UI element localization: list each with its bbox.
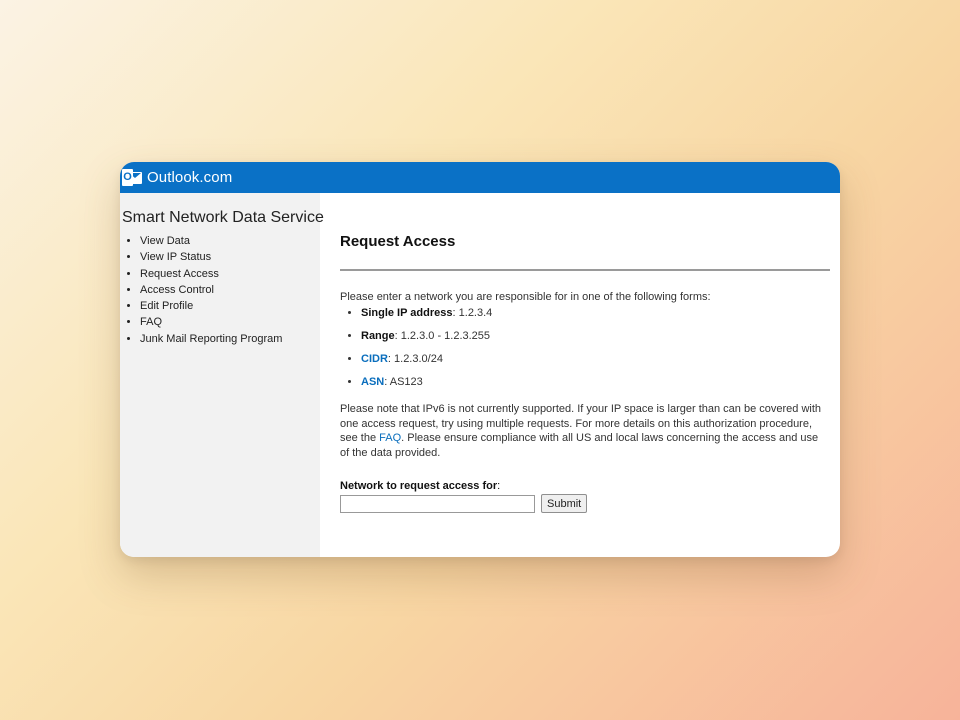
sidebar-item-faq[interactable]: FAQ (140, 314, 320, 330)
ipv6-note: Please note that IPv6 is not currently s… (340, 402, 830, 460)
header-bar: O Outlook.com (120, 162, 840, 193)
sidebar-item-label[interactable]: View Data (140, 235, 190, 247)
sidebar-item-request-access[interactable]: Request Access (140, 266, 320, 282)
list-item: CIDR: 1.2.3.0/24 (361, 353, 830, 366)
form-example: 1.2.3.0/24 (394, 353, 443, 365)
sidebar: Smart Network Data Service View Data Vie… (120, 193, 324, 557)
main-content: Request Access Please enter a network yo… (320, 193, 840, 557)
sidebar-item-label[interactable]: Edit Profile (140, 300, 193, 312)
sidebar-item-label[interactable]: Access Control (140, 284, 214, 296)
note-text: . Please ensure compliance with all US a… (340, 432, 819, 459)
label-colon: : (497, 480, 501, 492)
sidebar-item-view-ip-status[interactable]: View IP Status (140, 249, 320, 265)
network-forms-list: Single IP address: 1.2.3.4 Range: 1.2.3.… (340, 307, 830, 389)
sidebar-title: Smart Network Data Service (122, 209, 324, 226)
sidebar-item-label[interactable]: Junk Mail Reporting Program (140, 333, 282, 345)
page-body: Smart Network Data Service View Data Vie… (120, 193, 840, 557)
form-example: AS123 (389, 376, 423, 388)
sidebar-item-access-control[interactable]: Access Control (140, 282, 320, 298)
submit-button[interactable]: Submit (541, 494, 588, 513)
logo-letter: O (122, 168, 133, 186)
divider (340, 269, 830, 271)
list-item: ASN: AS123 (361, 376, 830, 389)
network-input[interactable] (340, 494, 535, 513)
page-title: Request Access (340, 233, 456, 250)
faq-link[interactable]: FAQ (379, 432, 401, 444)
sidebar-item-view-data[interactable]: View Data (140, 233, 320, 249)
sidebar-item-label[interactable]: View IP Status (140, 251, 211, 263)
form-example: 1.2.3.4 (458, 307, 493, 319)
list-item: Range: 1.2.3.0 - 1.2.3.255 (361, 330, 830, 343)
list-item: Single IP address: 1.2.3.4 (361, 307, 830, 320)
request-form: Submit (340, 494, 830, 513)
asn-link[interactable]: ASN (361, 376, 384, 388)
form-name: Range (361, 330, 395, 342)
sidebar-item-label[interactable]: FAQ (140, 316, 162, 328)
sidebar-item-edit-profile[interactable]: Edit Profile (140, 298, 320, 314)
intro-text: Please enter a network you are responsib… (340, 291, 711, 303)
sidebar-item-junk-mail-reporting[interactable]: Junk Mail Reporting Program (140, 331, 320, 347)
network-field-label-text: Network to request access for (340, 480, 498, 492)
form-example: 1.2.3.0 - 1.2.3.255 (400, 330, 491, 342)
form-name[interactable]: ASN (361, 376, 384, 388)
form-name: Single IP address (361, 307, 453, 319)
sidebar-nav: View Data View IP Status Request Access … (120, 233, 320, 347)
outlook-logo-icon[interactable]: O (122, 168, 143, 188)
sidebar-item-label[interactable]: Request Access (140, 268, 219, 280)
browser-window: O Outlook.com Smart Network Data Service… (120, 162, 840, 557)
network-field-label: Network to request access for: (340, 480, 830, 492)
form-name[interactable]: CIDR (361, 353, 388, 365)
cidr-link[interactable]: CIDR (361, 353, 388, 365)
brand-name[interactable]: Outlook.com (147, 169, 232, 186)
